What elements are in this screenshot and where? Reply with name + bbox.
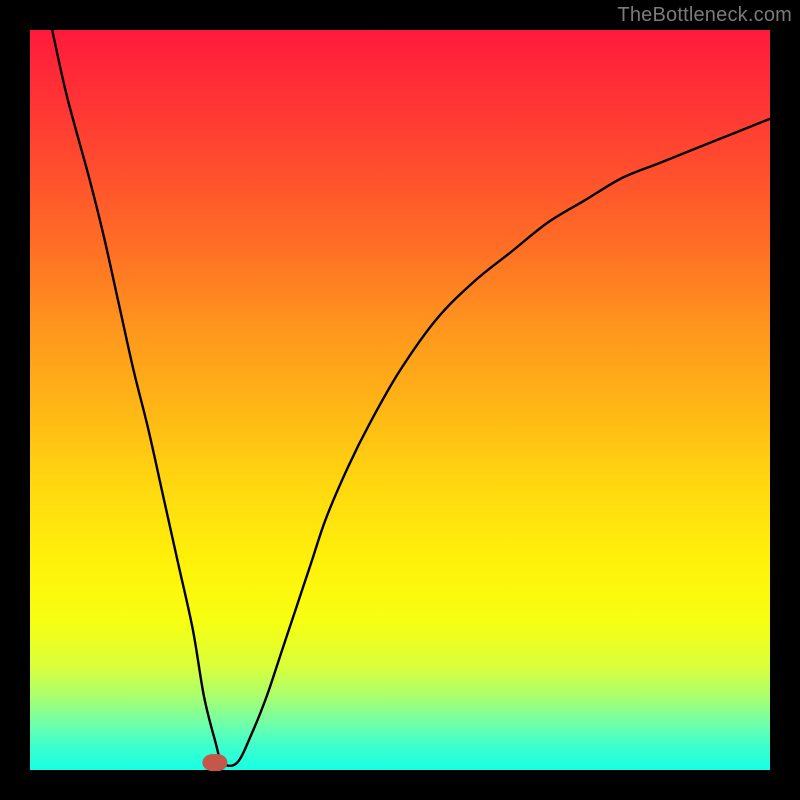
chart-frame: TheBottleneck.com [0,0,800,800]
watermark-text: TheBottleneck.com [617,4,792,27]
optimum-marker [202,754,227,772]
bottleneck-curve [30,30,770,770]
plot-area [30,30,770,770]
curve-path [52,30,770,766]
